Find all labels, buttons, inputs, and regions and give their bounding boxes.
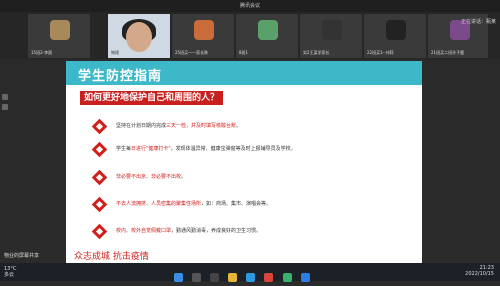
speaking-indicator: 正在讲话：甄某 — [460, 19, 496, 25]
slide-question: 如何更好地保护自己和周围的人？ — [80, 91, 224, 105]
participant-name: 8班1 — [239, 50, 249, 55]
window-title: 腾讯会议 — [0, 0, 500, 12]
diamond-bullet-icon — [91, 223, 108, 240]
taskbar: 13°C 多云 21:23 2022/10/15 — [0, 263, 500, 282]
participant-tile[interactable]: 22班买1--刘莉 — [364, 14, 426, 58]
slide-header: 学生防控指南 — [66, 61, 422, 85]
avatar — [386, 20, 406, 40]
avatar — [258, 20, 278, 40]
participant-name: 物理 — [111, 50, 119, 55]
avatar — [194, 20, 214, 40]
diamond-bullet-icon — [91, 196, 108, 213]
participant-name: 21班买二班孙子鹿 — [431, 50, 465, 55]
participant-tile[interactable]: 25班买一一家长陈 — [172, 14, 234, 58]
slide-footer: 众志成城 抗击疫情 — [74, 252, 149, 262]
slide-title: 学生防控指南 — [78, 69, 163, 84]
system-tray[interactable]: 21:23 2022/10/15 — [465, 265, 494, 277]
participant-name: 25班买一一家长陈 — [175, 50, 209, 55]
weather-widget[interactable]: 13°C 多云 — [4, 266, 16, 278]
participant-tile[interactable]: 15班2-李宸 — [28, 14, 90, 58]
video-feed — [126, 22, 152, 52]
participant-tile[interactable]: 实2王某学家长 — [300, 14, 362, 58]
diamond-bullet-icon — [91, 141, 108, 158]
diamond-bullet-icon — [91, 169, 108, 186]
taskbar-apps — [172, 267, 312, 282]
participant-tile[interactable]: 8班1 — [236, 14, 298, 58]
side-toolbar — [2, 90, 12, 114]
participant-name: 15班2-李宸 — [31, 50, 53, 55]
participant-video-tile[interactable]: 物理 — [108, 14, 170, 58]
diamond-bullet-icon — [91, 118, 108, 135]
participant-name: 实2王某学家长 — [303, 50, 330, 55]
participant-strip: 15班2-李宸 物理 25班买一一家长陈 8班1 实2王某学家长 22班买1--… — [0, 12, 500, 59]
toolbar-icon[interactable] — [2, 104, 8, 110]
shared-slide: 学生防控指南 如何更好地保护自己和周围的人？ 坚持在计划日期内完成三天一检，并及… — [66, 61, 422, 263]
toolbar-icon[interactable] — [2, 94, 8, 100]
avatar — [322, 20, 342, 40]
share-label: 物业的屏幕共享 — [4, 253, 40, 259]
participant-name: 22班买1--刘莉 — [367, 50, 394, 55]
avatar — [50, 20, 70, 40]
